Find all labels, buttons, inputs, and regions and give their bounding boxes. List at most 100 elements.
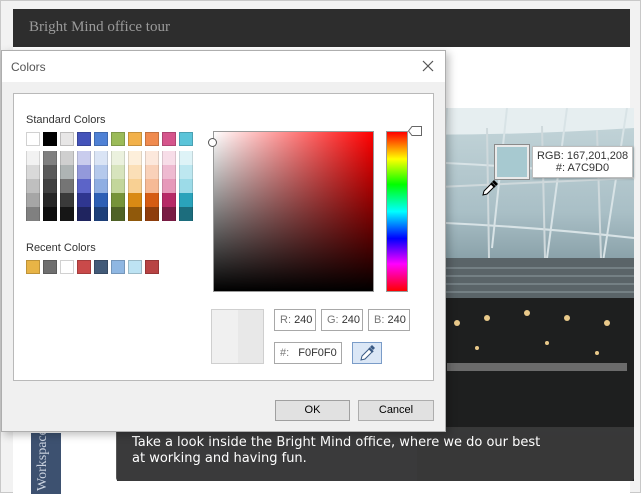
- eyedropper-button[interactable]: [352, 342, 382, 364]
- shade-swatch[interactable]: [162, 179, 176, 193]
- shade-swatch[interactable]: [145, 165, 159, 179]
- standard-shade-column: [111, 151, 125, 221]
- shade-swatch[interactable]: [145, 179, 159, 193]
- shade-swatch[interactable]: [94, 207, 108, 221]
- standard-color-swatch[interactable]: [179, 132, 193, 146]
- recent-color-swatch[interactable]: [111, 260, 125, 274]
- shade-swatch[interactable]: [128, 193, 142, 207]
- shade-swatch[interactable]: [179, 151, 193, 165]
- shade-swatch[interactable]: [94, 193, 108, 207]
- shade-swatch[interactable]: [179, 179, 193, 193]
- shade-swatch[interactable]: [43, 179, 57, 193]
- shade-swatch[interactable]: [60, 151, 74, 165]
- shade-swatch[interactable]: [43, 207, 57, 221]
- shade-swatch[interactable]: [26, 207, 40, 221]
- shade-swatch[interactable]: [128, 207, 142, 221]
- close-icon[interactable]: [418, 57, 438, 75]
- standard-color-swatch[interactable]: [145, 132, 159, 146]
- shade-swatch[interactable]: [60, 179, 74, 193]
- shade-swatch[interactable]: [60, 165, 74, 179]
- shade-swatch[interactable]: [111, 193, 125, 207]
- shade-swatch[interactable]: [77, 207, 91, 221]
- shade-swatch[interactable]: [26, 165, 40, 179]
- shade-swatch[interactable]: [43, 193, 57, 207]
- standard-shade-column: [43, 151, 57, 221]
- slide-caption: Take a look inside the Bright Mind offic…: [116, 427, 634, 481]
- standard-color-swatch[interactable]: [77, 132, 91, 146]
- recent-color-swatch[interactable]: [77, 260, 91, 274]
- red-label: R:: [280, 314, 291, 326]
- eyedropper-icon: [360, 345, 375, 361]
- recent-color-swatch[interactable]: [94, 260, 108, 274]
- shade-swatch[interactable]: [128, 179, 142, 193]
- standard-shade-column: [26, 151, 40, 221]
- standard-color-swatch[interactable]: [26, 132, 40, 146]
- shade-swatch[interactable]: [111, 151, 125, 165]
- shade-swatch[interactable]: [145, 193, 159, 207]
- hue-slider-handle-icon[interactable]: [408, 126, 422, 136]
- side-tab[interactable]: Workspace: [31, 433, 61, 494]
- recent-color-swatch[interactable]: [43, 260, 57, 274]
- shade-swatch[interactable]: [111, 207, 125, 221]
- shade-swatch[interactable]: [162, 193, 176, 207]
- dialog-titlebar[interactable]: Colors: [2, 51, 445, 82]
- shade-swatch[interactable]: [77, 165, 91, 179]
- blue-field[interactable]: B: 240: [368, 309, 410, 331]
- hex-label: #:: [280, 347, 290, 359]
- standard-color-swatch[interactable]: [111, 132, 125, 146]
- shade-swatch[interactable]: [179, 165, 193, 179]
- shade-swatch[interactable]: [162, 207, 176, 221]
- shade-swatch[interactable]: [128, 165, 142, 179]
- shade-swatch[interactable]: [111, 165, 125, 179]
- blue-value: 240: [387, 314, 406, 326]
- standard-shade-column: [77, 151, 91, 221]
- standard-color-swatch[interactable]: [43, 132, 57, 146]
- shade-swatch[interactable]: [26, 193, 40, 207]
- hue-slider[interactable]: [386, 131, 408, 292]
- standard-color-swatch[interactable]: [128, 132, 142, 146]
- shade-swatch[interactable]: [60, 193, 74, 207]
- shade-swatch[interactable]: [94, 151, 108, 165]
- standard-shade-column: [179, 151, 193, 221]
- recent-color-swatch[interactable]: [60, 260, 74, 274]
- shade-swatch[interactable]: [43, 151, 57, 165]
- ok-button[interactable]: OK: [275, 400, 350, 421]
- standard-color-swatch[interactable]: [60, 132, 74, 146]
- recent-colors-label: Recent Colors: [26, 242, 96, 254]
- standard-color-swatch[interactable]: [94, 132, 108, 146]
- recent-color-swatch[interactable]: [145, 260, 159, 274]
- green-value: 240: [341, 314, 361, 326]
- shade-swatch[interactable]: [162, 165, 176, 179]
- shade-swatch[interactable]: [60, 207, 74, 221]
- shade-swatch[interactable]: [145, 207, 159, 221]
- recent-color-swatch[interactable]: [26, 260, 40, 274]
- recent-color-swatch[interactable]: [128, 260, 142, 274]
- saturation-value-picker[interactable]: [213, 131, 374, 292]
- shade-swatch[interactable]: [162, 151, 176, 165]
- shade-swatch[interactable]: [179, 207, 193, 221]
- color-preview-original: [212, 310, 238, 363]
- shade-swatch[interactable]: [94, 165, 108, 179]
- green-field[interactable]: G: 240: [321, 309, 363, 331]
- red-value: 240: [294, 314, 313, 326]
- presentation-header: Bright Mind office tour: [13, 9, 630, 47]
- picked-color-hex: #: A7C9D0: [555, 162, 610, 174]
- red-field[interactable]: R: 240: [274, 309, 316, 331]
- shade-swatch[interactable]: [26, 151, 40, 165]
- shade-swatch[interactable]: [77, 193, 91, 207]
- shade-swatch[interactable]: [26, 179, 40, 193]
- shade-swatch[interactable]: [94, 179, 108, 193]
- shade-swatch[interactable]: [128, 151, 142, 165]
- cancel-button[interactable]: Cancel: [358, 400, 434, 421]
- shade-swatch[interactable]: [77, 151, 91, 165]
- color-panel: Standard Colors Recent Colors R: 240 G: …: [13, 93, 434, 381]
- standard-shade-column: [94, 151, 108, 221]
- shade-swatch[interactable]: [111, 179, 125, 193]
- shade-swatch[interactable]: [145, 151, 159, 165]
- standard-color-swatch[interactable]: [162, 132, 176, 146]
- shade-swatch[interactable]: [77, 179, 91, 193]
- hex-field[interactable]: #: F0F0F0: [274, 342, 342, 364]
- shade-swatch[interactable]: [43, 165, 57, 179]
- saturation-value-handle[interactable]: [208, 138, 217, 147]
- shade-swatch[interactable]: [179, 193, 193, 207]
